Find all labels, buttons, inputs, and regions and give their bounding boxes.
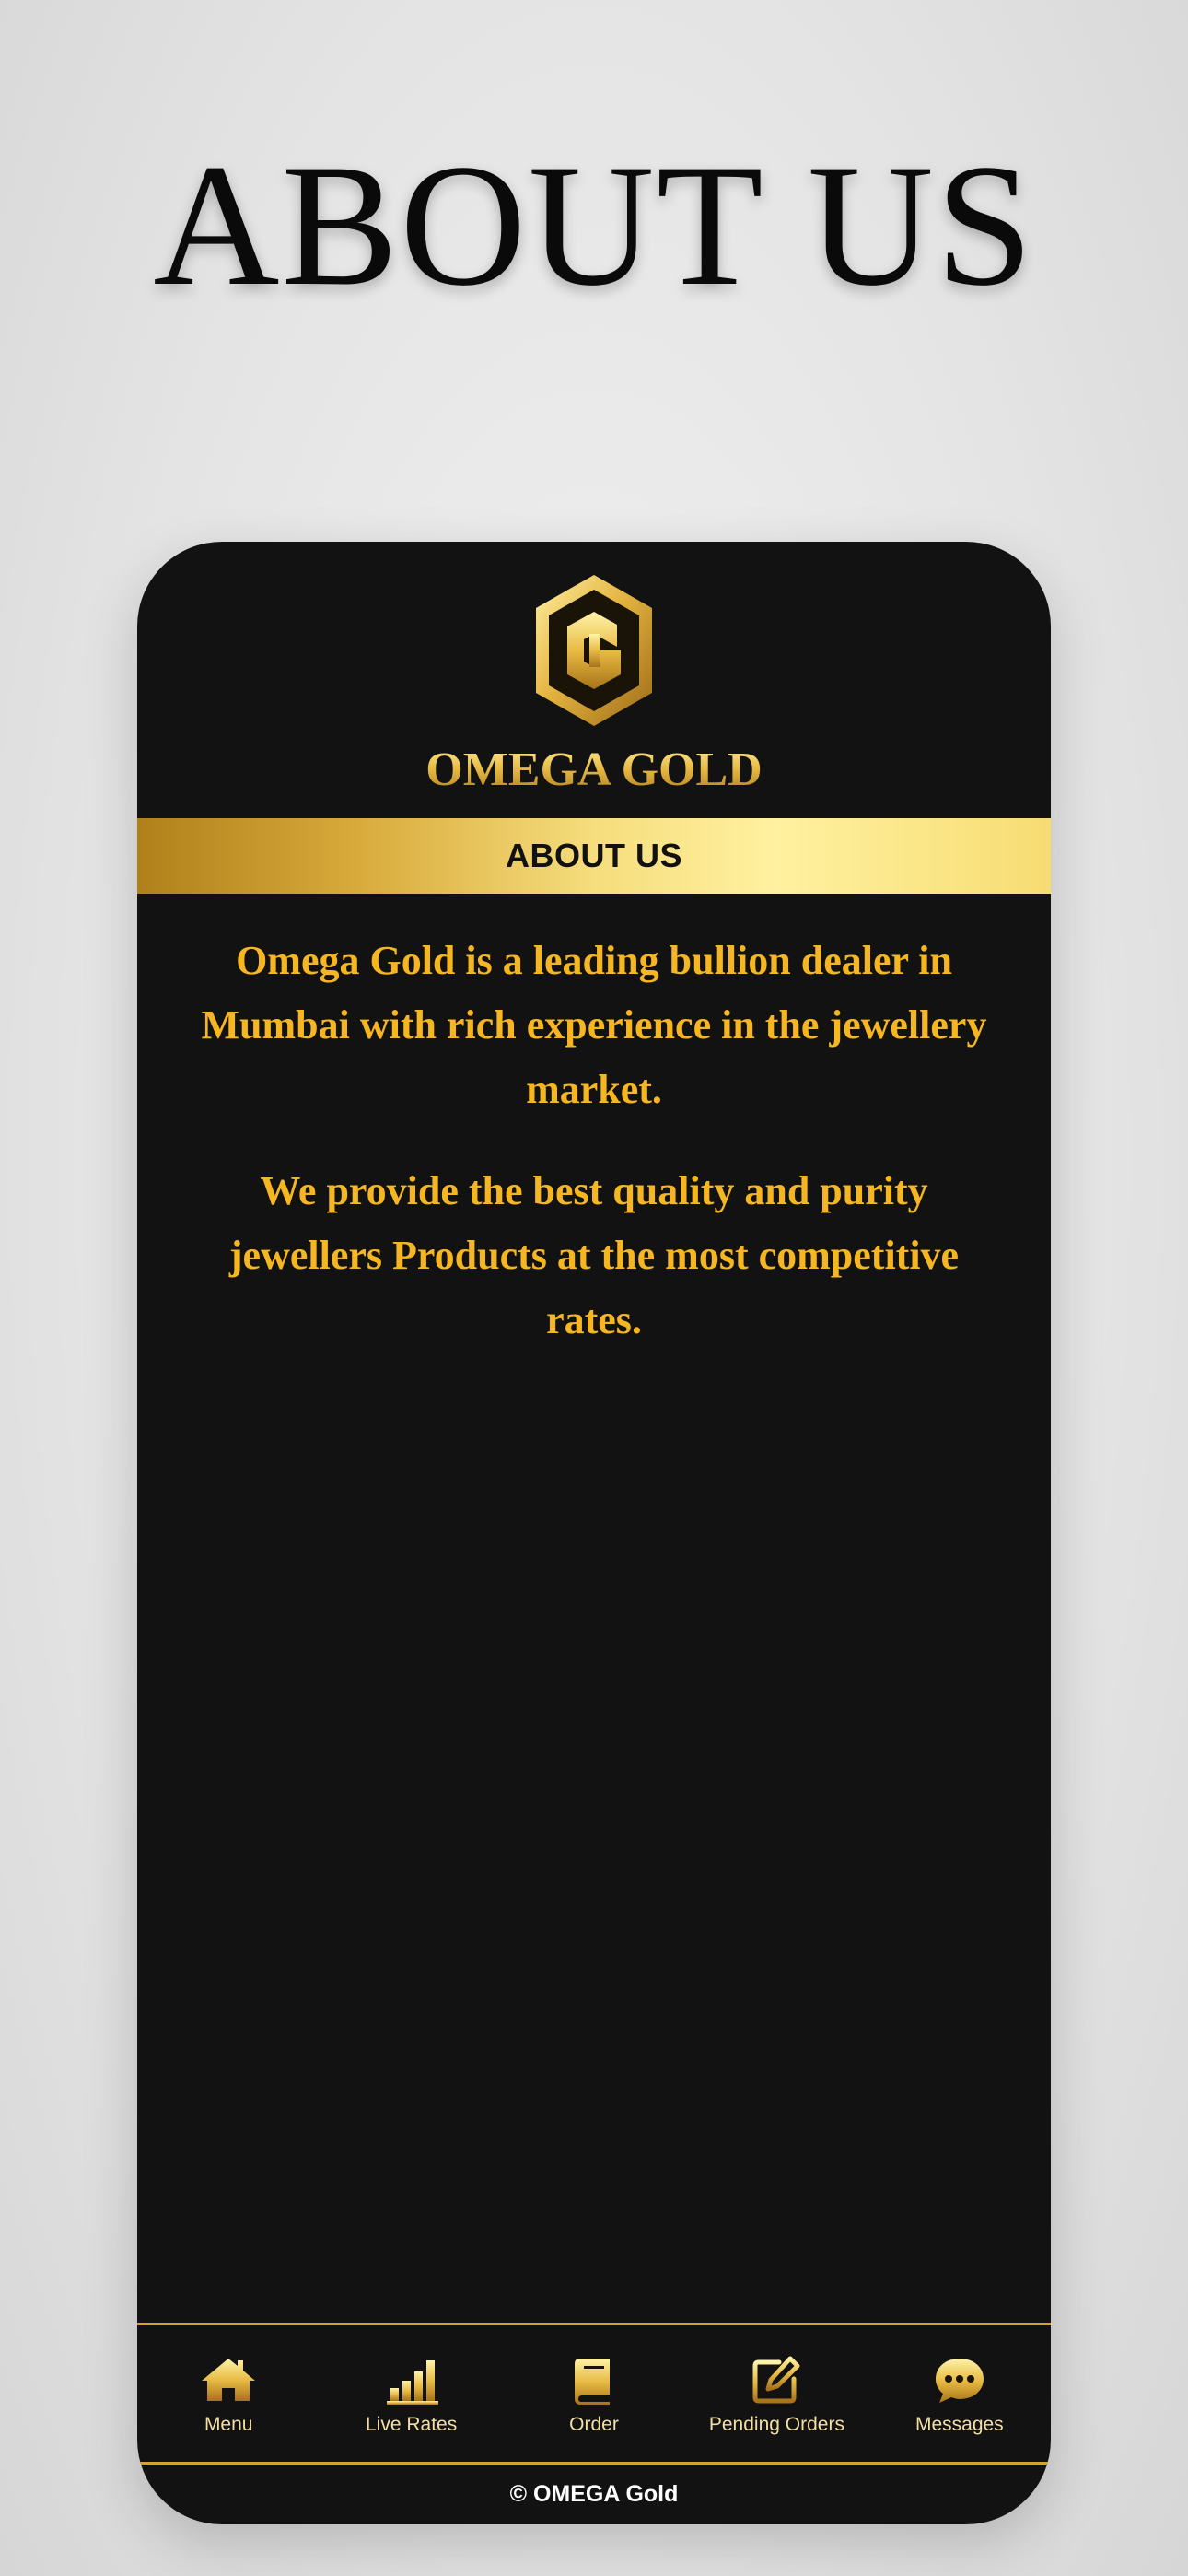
section-title: ABOUT US xyxy=(506,837,682,874)
nav-label-pending-orders: Pending Orders xyxy=(708,2414,844,2435)
nav-label-order: Order xyxy=(569,2414,619,2435)
nav-item-live-rates[interactable]: Live Rates xyxy=(320,2325,502,2462)
nav-label-menu: Menu xyxy=(204,2414,253,2435)
home-icon xyxy=(202,2359,256,2401)
bottom-navigation: Menu Live Rates Order Pending Orders Mes… xyxy=(137,2323,1051,2465)
book-icon xyxy=(575,2359,611,2405)
nav-item-order[interactable]: Order xyxy=(503,2325,685,2462)
page-title: ABOUT US xyxy=(153,129,1035,322)
chat-bubble-icon xyxy=(935,2359,984,2403)
about-paragraph-1: Omega Gold is a leading bullion dealer i… xyxy=(201,938,987,1112)
nav-item-menu[interactable]: Menu xyxy=(137,2325,320,2462)
nav-item-messages[interactable]: Messages xyxy=(868,2325,1051,2462)
section-header: ABOUT US xyxy=(137,818,1051,894)
nav-label-messages: Messages xyxy=(914,2414,1004,2435)
omega-gold-logo-icon xyxy=(536,575,652,726)
brand-name: OMEGA GOLD xyxy=(137,743,1051,798)
about-paragraph-2: We provide the best quality and purity j… xyxy=(228,1168,960,1342)
bar-chart-icon xyxy=(386,2360,438,2405)
nav-label-live-rates: Live Rates xyxy=(366,2414,458,2435)
nav-item-pending-orders[interactable]: Pending Orders xyxy=(685,2325,868,2462)
app-screen: OMEGA GOLD ABOUT US Omega Gold is a lead… xyxy=(137,542,1051,2524)
edit-icon xyxy=(752,2356,800,2404)
footer-copyright: © OMEGA Gold xyxy=(509,2481,679,2507)
